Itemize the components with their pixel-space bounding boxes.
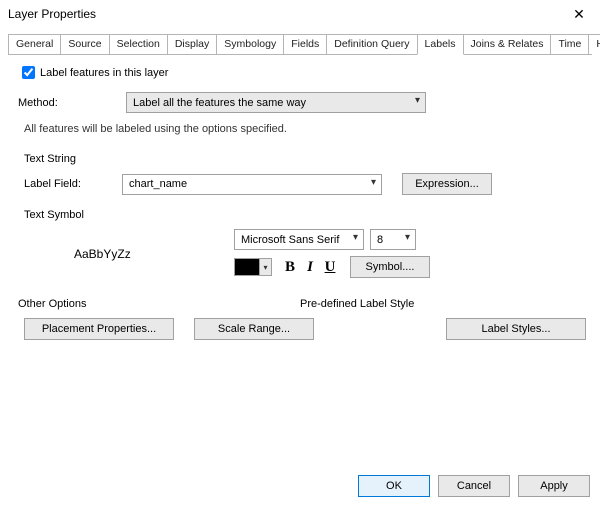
label-field-select[interactable]: chart_name — [122, 174, 382, 195]
tab-time[interactable]: Time — [550, 34, 589, 54]
bold-button[interactable]: B — [280, 257, 300, 277]
italic-button[interactable]: I — [300, 257, 320, 277]
expression-button[interactable]: Expression... — [402, 173, 492, 195]
sample-text: AaBbYyZz — [74, 247, 131, 261]
other-options-title: Other Options — [18, 298, 300, 310]
method-select[interactable]: Label all the features the same way — [126, 92, 426, 113]
placement-properties-button[interactable]: Placement Properties... — [24, 318, 174, 340]
method-label: Method: — [18, 97, 118, 109]
color-swatch[interactable] — [234, 258, 260, 276]
scale-range-button[interactable]: Scale Range... — [194, 318, 314, 340]
tab-joins-relates[interactable]: Joins & Relates — [463, 34, 552, 54]
tab-display[interactable]: Display — [167, 34, 217, 54]
titlebar: Layer Properties ✕ — [0, 0, 600, 28]
tab-fields[interactable]: Fields — [283, 34, 327, 54]
label-styles-button[interactable]: Label Styles... — [446, 318, 586, 340]
tab-labels[interactable]: Labels — [417, 34, 464, 55]
close-button[interactable]: ✕ — [564, 2, 594, 26]
apply-button[interactable]: Apply — [518, 475, 590, 497]
underline-button[interactable]: U — [320, 257, 340, 277]
label-field-label: Label Field: — [24, 178, 114, 190]
label-features-label: Label features in this layer — [40, 67, 168, 79]
tab-html-popup[interactable]: HTML Popup — [588, 34, 600, 54]
labels-pane: Label features in this layer Method: Lab… — [8, 55, 592, 358]
tab-source[interactable]: Source — [60, 34, 109, 54]
label-features-checkbox[interactable] — [22, 66, 35, 79]
tab-general[interactable]: General — [8, 34, 61, 54]
text-string-title: Text String — [24, 153, 586, 165]
tab-symbology[interactable]: Symbology — [216, 34, 284, 54]
text-symbol-title: Text Symbol — [24, 209, 586, 221]
tab-definition-query[interactable]: Definition Query — [326, 34, 417, 54]
tab-selection[interactable]: Selection — [109, 34, 168, 54]
window-title: Layer Properties — [8, 7, 96, 21]
tab-strip: General Source Selection Display Symbolo… — [8, 34, 592, 55]
predefined-style-title: Pre-defined Label Style — [300, 298, 586, 310]
ok-button[interactable]: OK — [358, 475, 430, 497]
symbol-button[interactable]: Symbol.... — [350, 256, 430, 278]
font-select[interactable]: Microsoft Sans Serif — [234, 229, 364, 250]
color-dropdown-icon[interactable]: ▾ — [260, 258, 272, 276]
method-description: All features will be labeled using the o… — [24, 123, 586, 135]
cancel-button[interactable]: Cancel — [438, 475, 510, 497]
dialog-buttons: OK Cancel Apply — [358, 475, 590, 497]
font-size-select[interactable]: 8 — [370, 229, 416, 250]
